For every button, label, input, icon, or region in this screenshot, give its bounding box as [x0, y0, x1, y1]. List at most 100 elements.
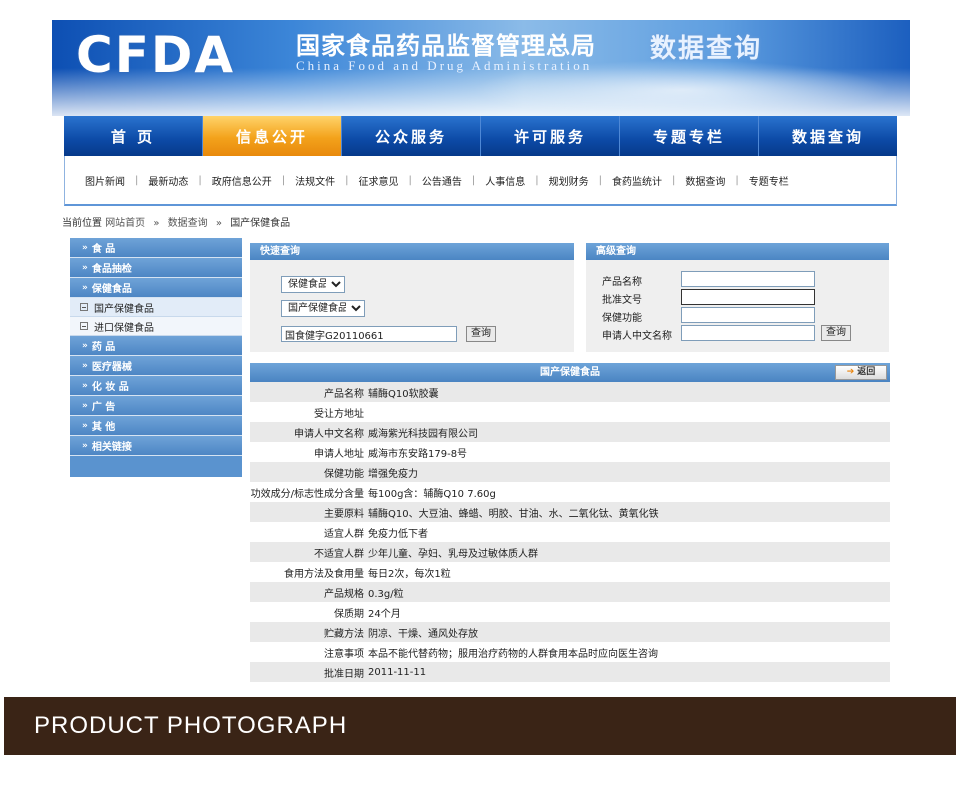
- sidebar-item-other[interactable]: » 其 他: [70, 416, 242, 436]
- applicant-name-input[interactable]: [681, 325, 815, 341]
- row-value: 阴凉、干燥、通风处存放: [368, 628, 478, 640]
- health-function-input[interactable]: [681, 307, 815, 323]
- approval-number-input[interactable]: [681, 289, 815, 305]
- sidebar-item-cosmetics[interactable]: » 化 妆 品: [70, 376, 242, 396]
- table-row: 保质期 24个月: [250, 602, 890, 622]
- table-row: 批准日期 2011-11-11: [250, 662, 890, 682]
- collapse-box-icon: [80, 322, 88, 330]
- subnav-separator: |: [471, 174, 476, 186]
- nav-item-data-query[interactable]: 数据查询: [759, 116, 897, 156]
- double-chevron-icon: »: [82, 420, 88, 431]
- table-row: 贮藏方法 阴凉、干燥、通风处存放: [250, 622, 890, 642]
- subnav-photo-news[interactable]: 图片新闻: [85, 173, 125, 188]
- sidebar-item-label: 化 妆 品: [91, 382, 129, 393]
- subnav-gov-info[interactable]: 政府信息公开: [212, 173, 272, 188]
- sidebar-subitem-domestic-health-food[interactable]: 国产保健食品: [70, 298, 242, 317]
- row-label: 产品规格: [324, 588, 364, 600]
- org-name-en: China Food and Drug Administration: [296, 58, 593, 73]
- row-label: 申请人地址: [314, 448, 364, 460]
- category-select[interactable]: 保健食品: [281, 276, 345, 293]
- subnav-statistics[interactable]: 食药监统计: [612, 173, 662, 188]
- subnav-separator: |: [535, 174, 539, 186]
- subnav-consultation[interactable]: 征求意见: [359, 173, 399, 188]
- breadcrumb-data-query-link[interactable]: 数据查询: [168, 218, 208, 229]
- header-banner: CFDA 国家食品药品监督管理总局 China Food and Drug Ad…: [52, 20, 910, 116]
- row-value: 威海市东安路179-8号: [368, 448, 468, 460]
- sidebar-item-label: 相关链接: [91, 442, 132, 453]
- sidebar-item-medical-devices[interactable]: » 医疗器械: [70, 356, 242, 376]
- table-row: 适宜人群 免疫力低下者: [250, 522, 890, 542]
- subcategory-select[interactable]: 国产保健食品: [281, 300, 365, 317]
- row-label: 注意事项: [324, 648, 364, 660]
- advanced-search-button[interactable]: 查询: [821, 325, 851, 341]
- row-value: 少年儿童、孕妇、乳母及过敏体质人群: [368, 548, 538, 560]
- subnav-special-topics[interactable]: 专题专栏: [749, 173, 789, 188]
- sidebar-item-advertising[interactable]: » 广 告: [70, 396, 242, 416]
- sidebar-item-food[interactable]: » 食 品: [70, 238, 242, 258]
- subnav-data-query[interactable]: 数据查询: [685, 173, 725, 188]
- nav-item-info-disclosure[interactable]: 信息公开: [203, 116, 342, 156]
- subnav-separator: |: [135, 174, 139, 186]
- subnav-finance[interactable]: 规划财务: [549, 173, 589, 188]
- subnav-personnel[interactable]: 人事信息: [485, 173, 525, 188]
- row-label: 食用方法及食用量: [284, 568, 364, 580]
- row-label: 保质期: [334, 608, 364, 620]
- sidebar-item-health-food[interactable]: » 保健食品: [70, 278, 242, 298]
- row-label: 不适宜人群: [314, 548, 364, 560]
- table-row: 受让方地址: [250, 402, 890, 422]
- subnav-separator: |: [598, 174, 602, 186]
- row-value: 24个月: [368, 608, 401, 620]
- row-value: 辅酶Q10、大豆油、蜂蜡、明胶、甘油、水、二氧化钛、黄氧化铁: [368, 508, 659, 520]
- double-chevron-icon: »: [82, 440, 88, 451]
- subnav-separator: |: [345, 174, 349, 186]
- advanced-search-header: 高级查询: [586, 243, 889, 260]
- sidebar-item-label: 保健食品: [91, 284, 132, 295]
- quick-search-header: 快速查询: [250, 243, 574, 260]
- table-row: 食用方法及食用量 每日2次，每次1粒: [250, 562, 890, 582]
- subnav-regulations[interactable]: 法规文件: [295, 173, 335, 188]
- main-nav: 首 页 信息公开 公众服务 许可服务 专题专栏 数据查询: [64, 116, 897, 156]
- back-button[interactable]: ➔ 返回: [835, 365, 887, 380]
- row-label: 申请人中文名称: [294, 428, 364, 440]
- subnav-separator: |: [672, 174, 676, 186]
- double-chevron-icon: »: [82, 262, 88, 273]
- table-row: 保健功能 增强免疫力: [250, 462, 890, 482]
- nav-item-license-service[interactable]: 许可服务: [481, 116, 620, 156]
- nav-item-public-service[interactable]: 公众服务: [342, 116, 481, 156]
- product-name-input[interactable]: [681, 271, 815, 287]
- row-value: 2011-11-11: [368, 666, 427, 678]
- sidebar-item-related-links[interactable]: » 相关链接: [70, 436, 242, 456]
- sidebar-subitem-imported-health-food[interactable]: 进口保健食品: [70, 317, 242, 336]
- health-function-label: 保健功能: [602, 313, 642, 324]
- table-row: 申请人地址 威海市东安路179-8号: [250, 442, 890, 462]
- quick-search-input[interactable]: [281, 326, 457, 342]
- product-photograph-banner: PRODUCT PHOTOGRAPH: [4, 697, 956, 755]
- sidebar-item-drugs[interactable]: » 药 品: [70, 336, 242, 356]
- sidebar-item-food-inspection[interactable]: » 食品抽检: [70, 258, 242, 278]
- double-chevron-icon: »: [82, 380, 88, 391]
- quick-search-button[interactable]: 查询: [466, 326, 496, 342]
- breadcrumb-home-link[interactable]: 网站首页: [105, 218, 145, 229]
- subnav-separator: |: [408, 174, 412, 186]
- table-row: 功效成分/标志性成分含量 每100g含：辅酶Q10 7.60g: [250, 482, 890, 502]
- row-label: 批准日期: [324, 668, 364, 680]
- row-label: 主要原料: [324, 508, 364, 520]
- breadcrumb-prefix: 当前位置: [62, 218, 102, 229]
- back-button-label: 返回: [857, 367, 876, 377]
- subnav-announcements[interactable]: 公告通告: [422, 173, 462, 188]
- applicant-name-label: 申请人中文名称: [602, 331, 672, 342]
- nav-item-special-topics[interactable]: 专题专栏: [620, 116, 759, 156]
- double-chevron-icon: »: [82, 400, 88, 411]
- detail-table: 产品名称 辅酶Q10软胶囊 受让方地址 申请人中文名称 威海紫光科技园有限公司 申请…: [250, 382, 890, 682]
- row-label: 贮藏方法: [324, 628, 364, 640]
- row-label: 受让方地址: [314, 408, 364, 420]
- arrow-right-icon: ➔: [846, 367, 855, 377]
- sidebar-item-label: 药 品: [91, 342, 116, 353]
- sidebar-subitem-label: 国产保健食品: [94, 303, 154, 315]
- subnav-separator: |: [198, 174, 202, 186]
- row-value: 威海紫光科技园有限公司: [368, 428, 478, 440]
- table-row: 不适宜人群 少年儿童、孕妇、乳母及过敏体质人群: [250, 542, 890, 562]
- sidebar-item-label: 食 品: [91, 244, 116, 255]
- subnav-latest-news[interactable]: 最新动态: [148, 173, 188, 188]
- nav-item-home[interactable]: 首 页: [64, 116, 203, 156]
